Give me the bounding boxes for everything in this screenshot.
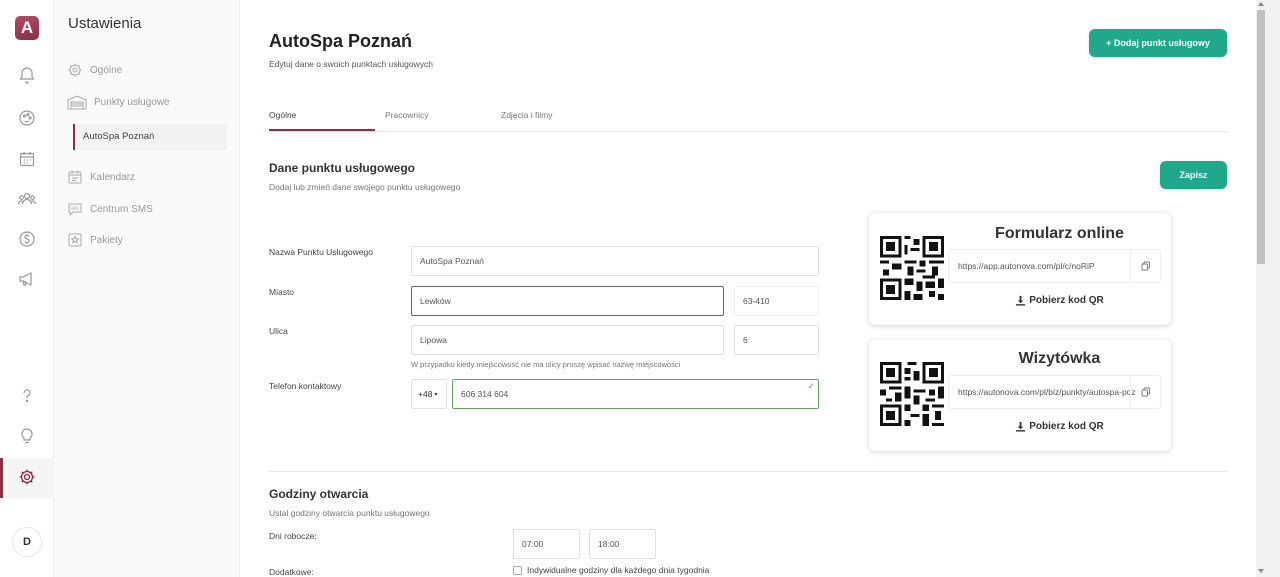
- tab-employees[interactable]: Pracownicy: [385, 110, 428, 120]
- tab-general[interactable]: Ogólne: [269, 110, 296, 120]
- help-icon[interactable]: [17, 386, 37, 406]
- details-section-title: Dane punktu usługowego: [269, 161, 415, 175]
- garage-icon: [67, 95, 87, 110]
- active-tab-indicator: [269, 129, 375, 131]
- sidebar-item-sms[interactable]: SMS Centrum SMS: [67, 200, 153, 218]
- sidebar-title: Ustawienia: [68, 15, 142, 32]
- online-form-url-field[interactable]: https://app.autonova.com/pl/c/noRiP: [948, 249, 1161, 283]
- calendar-icon[interactable]: [17, 149, 37, 169]
- online-form-url: https://app.autonova.com/pl/c/noRiP: [958, 261, 1095, 271]
- online-form-title: Formularz online: [995, 225, 1124, 242]
- individual-hours-label: Indywidualne godziny dla każdego dnia ty…: [527, 565, 710, 575]
- open-time-input[interactable]: 07:00: [513, 529, 580, 559]
- phone-label: Telefon kontaktowy: [269, 381, 342, 391]
- download-qr-button-online[interactable]: Pobierz kod QR: [948, 295, 1171, 306]
- sidebar-item-label: Kalendarz: [90, 171, 136, 183]
- app-rail: A D: [0, 0, 54, 577]
- page-title: AutoSpa Poznań: [269, 31, 412, 51]
- weekdays-label: Dni robocze:: [269, 531, 317, 541]
- phone-prefix-value: +48: [418, 389, 433, 399]
- download-icon: [1016, 421, 1026, 432]
- phone-prefix-select[interactable]: +48 ▾: [411, 379, 447, 409]
- business-card-title: Wizytówka: [1018, 350, 1101, 367]
- service-point-name-input[interactable]: AutoSpa Poznań: [411, 246, 819, 276]
- users-icon[interactable]: [17, 189, 37, 209]
- download-label: Pobierz kod QR: [1029, 295, 1104, 306]
- check-icon: ✓: [807, 381, 815, 391]
- phone-input[interactable]: 606 314 604 ✓: [452, 379, 819, 409]
- sidebar-item-packages[interactable]: Pakiety: [67, 231, 123, 249]
- sidebar-item-label: Ogólne: [90, 64, 123, 76]
- hours-section-title: Godziny otwarcia: [269, 487, 369, 501]
- phone-value: 606 314 604: [461, 389, 509, 399]
- download-label: Pobierz kod QR: [1029, 421, 1104, 432]
- city-label: Miasto: [269, 287, 295, 297]
- main-content: AutoSpa Poznań Edytuj dane o swoich punk…: [240, 0, 1256, 577]
- street-label: Ulica: [269, 326, 288, 336]
- extra-label: Dodatkowe:: [269, 567, 314, 577]
- scroll-up-icon[interactable]: [1258, 2, 1264, 6]
- settings-sidebar: Ustawienia Ogólne Punkty usługowe AutoSp…: [54, 0, 240, 577]
- add-service-point-button[interactable]: + Dodaj punkt usługowy: [1089, 29, 1227, 57]
- tabs-bar: Ogólne Pracownicy Zdjęcia i filmy: [269, 100, 1227, 132]
- name-label: Nazwa Punktu Usługowego: [269, 247, 373, 257]
- city-input[interactable]: Lewków: [411, 286, 724, 316]
- scrollbar-thumb[interactable]: [1257, 10, 1265, 264]
- download-qr-button-business[interactable]: Pobierz kod QR: [948, 421, 1171, 432]
- details-section-subtitle: Dodaj lub zmień dane swojego punktu usłu…: [269, 182, 461, 192]
- svg-text:SMS: SMS: [70, 206, 79, 211]
- user-avatar[interactable]: D: [12, 527, 42, 557]
- tab-photos-videos[interactable]: Zdjęcia i filmy: [501, 110, 552, 120]
- calendar-icon: [68, 170, 82, 184]
- business-card-url-field[interactable]: https://autonova.com/pl/biz/punkty/autos…: [948, 375, 1161, 409]
- save-button[interactable]: Zapisz: [1160, 161, 1227, 189]
- street-input[interactable]: Lipowa: [411, 325, 724, 355]
- sidebar-subitem-service-point[interactable]: AutoSpa Poznań: [73, 124, 227, 150]
- section-divider: [269, 471, 1227, 472]
- megaphone-icon[interactable]: [17, 269, 37, 289]
- business-card-card: Wizytówka https://autonova.com/pl/biz/pu…: [869, 340, 1171, 451]
- individual-hours-checkbox[interactable]: [513, 566, 522, 575]
- hours-section-subtitle: Ustal godziny otwarcia punktu usługowego: [269, 508, 430, 518]
- copy-icon[interactable]: [1130, 250, 1160, 282]
- chevron-down-icon: ▾: [434, 391, 438, 398]
- bell-icon[interactable]: [17, 65, 37, 85]
- qr-code-icon: [880, 236, 944, 300]
- sidebar-item-calendar[interactable]: Kalendarz: [67, 168, 135, 186]
- sidebar-item-general[interactable]: Ogólne: [67, 61, 122, 79]
- sidebar-item-label: Centrum SMS: [90, 203, 153, 215]
- sidebar-item-label: Pakiety: [90, 234, 123, 246]
- online-form-card: Formularz online https://app.autonova.co…: [869, 213, 1171, 325]
- sms-icon: SMS: [68, 203, 82, 217]
- gear-icon[interactable]: [17, 467, 37, 487]
- lightbulb-icon[interactable]: [17, 426, 37, 446]
- scroll-down-icon[interactable]: [1258, 569, 1264, 573]
- street-hint: W przypadku kiedy miejscowość nie ma uli…: [411, 360, 681, 369]
- close-time-input[interactable]: 18:00: [589, 529, 656, 559]
- gear-icon: [68, 63, 82, 77]
- postal-code-input[interactable]: 63-410: [734, 286, 819, 316]
- page-subtitle: Edytuj dane o swoich punktach usługowych: [269, 59, 433, 69]
- sidebar-item-service-points[interactable]: Punkty usługowe: [67, 93, 170, 111]
- download-icon: [1016, 295, 1026, 306]
- palette-icon[interactable]: [17, 108, 37, 128]
- star-icon: [68, 233, 82, 247]
- copy-icon[interactable]: [1130, 376, 1160, 408]
- business-card-url: https://autonova.com/pl/biz/punkty/autos…: [958, 387, 1136, 397]
- sidebar-item-label: Punkty usługowe: [94, 96, 170, 108]
- dollar-icon[interactable]: [17, 229, 37, 249]
- street-number-input[interactable]: 6: [734, 325, 819, 355]
- qr-code-icon: [880, 362, 944, 426]
- app-logo[interactable]: A: [15, 16, 39, 40]
